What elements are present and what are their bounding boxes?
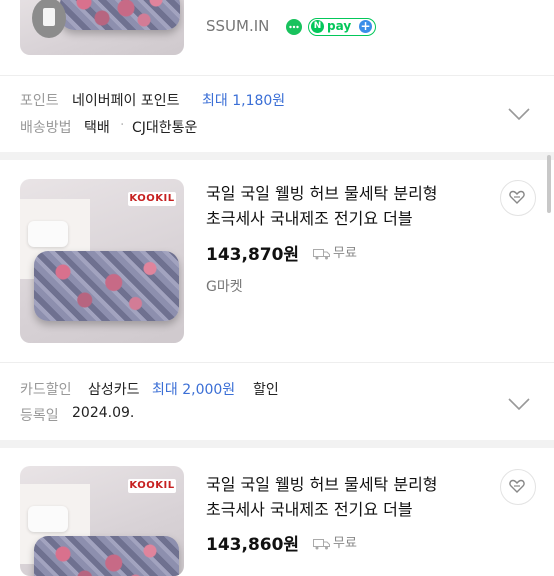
point-max: 최대 1,180원 [202,93,286,109]
product-title-line1: 국일 국일 웰빙 허브 물세탁 분리형 [206,184,438,203]
card-max: 최대 2,000원 [152,382,236,398]
product-thumbnail[interactable]: KOOKIL [20,466,184,576]
blanket-image [34,251,179,321]
product-title-line2: 초극세사 국내제조 전기요 더블 [206,209,413,228]
plus-icon: + [359,19,372,33]
brand-logo: KOOKIL [128,192,176,206]
npay-label: pay [327,19,352,33]
card-suffix: 할인 [253,382,279,398]
chevron-down-icon[interactable] [508,396,530,411]
product-title-line2: 초극세사 국내제조 전기요 더블 [206,500,413,519]
divider [0,75,554,76]
point-text: 네이버페이 포인트 [72,93,180,109]
point-label: 포인트 [20,93,59,109]
product-price: 143,860원 [206,535,300,555]
brand-logo: KOOKIL [128,479,176,493]
chevron-down-icon[interactable] [508,106,530,121]
pillow-image [28,221,68,247]
card-name: 삼성카드 [88,382,140,398]
wishlist-button[interactable] [500,469,536,505]
divider [0,362,554,363]
blanket-image [60,0,180,30]
blanket-image [34,536,179,576]
shipping-fee: 무료 [333,536,357,551]
product-price: 143,870원 [206,245,300,265]
seller-name[interactable]: SSUM.IN [206,17,269,35]
npay-n-icon: N [311,20,324,33]
delivery-company: CJ대한통운 [132,120,198,136]
seller-name[interactable]: G마켓 [206,276,243,296]
heart-icon [509,479,525,493]
truck-icon [313,535,331,550]
wishlist-button[interactable] [500,180,536,216]
delivery-label: 배송방법 [20,120,72,136]
reg-date: 2024.09. [72,405,135,421]
section-separator [0,152,554,160]
product-title-line1: 국일 국일 웰빙 허브 물세탁 분리형 [206,475,438,494]
heart-icon [509,190,525,204]
pillow-image [28,506,68,532]
card-discount-label: 카드할인 [20,382,72,398]
truck-icon [313,245,331,260]
reg-date-label: 등록일 [20,408,59,424]
delivery-text: 택배 [84,120,110,136]
scrollbar[interactable] [547,155,551,213]
product-title[interactable]: 국일 국일 웰빙 허브 물세탁 분리형 초극세사 국내제조 전기요 더블 [206,181,496,231]
section-separator [0,440,554,448]
shipping-fee: 무료 [333,246,357,261]
dot-separator: · [120,117,125,133]
product-title[interactable]: 국일 국일 웰빙 허브 물세탁 분리형 초극세사 국내제조 전기요 더블 [206,472,496,522]
product-thumbnail[interactable]: KOOKIL [20,179,184,343]
npay-icon: N pay + [308,18,376,36]
product-thumbnail-top[interactable] [20,0,184,55]
chat-bubble-icon[interactable] [285,18,303,36]
